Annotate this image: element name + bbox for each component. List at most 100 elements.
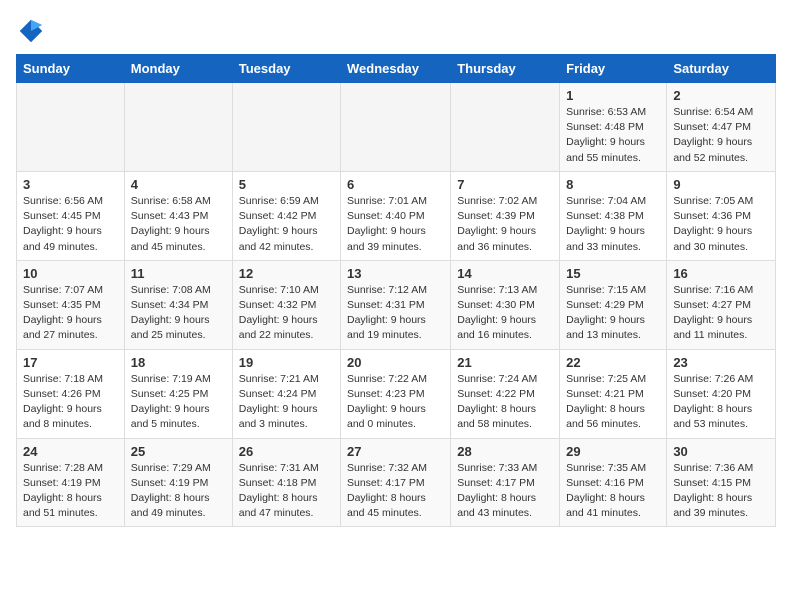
day-number: 10 [23, 266, 118, 281]
calendar-cell [124, 83, 232, 172]
day-info: Sunrise: 7:07 AM Sunset: 4:35 PM Dayligh… [23, 283, 118, 344]
calendar-cell: 9 Sunrise: 7:05 AM Sunset: 4:36 PM Daylig… [667, 171, 776, 260]
calendar-cell [451, 83, 560, 172]
day-info: Sunrise: 7:18 AM Sunset: 4:26 PM Dayligh… [23, 372, 118, 433]
day-number: 11 [131, 266, 226, 281]
day-info: Sunrise: 6:54 AM Sunset: 4:47 PM Dayligh… [673, 105, 769, 166]
calendar-cell: 28 Sunrise: 7:33 AM Sunset: 4:17 PM Dayli… [451, 438, 560, 527]
calendar-cell: 14 Sunrise: 7:13 AM Sunset: 4:30 PM Dayli… [451, 260, 560, 349]
day-number: 9 [673, 177, 769, 192]
weekday-header: Thursday [451, 55, 560, 83]
day-info: Sunrise: 7:22 AM Sunset: 4:23 PM Dayligh… [347, 372, 444, 433]
calendar-week-row: 1 Sunrise: 6:53 AM Sunset: 4:48 PM Daylig… [17, 83, 776, 172]
day-info: Sunrise: 7:29 AM Sunset: 4:19 PM Dayligh… [131, 461, 226, 522]
weekday-header: Tuesday [232, 55, 340, 83]
day-info: Sunrise: 7:35 AM Sunset: 4:16 PM Dayligh… [566, 461, 660, 522]
day-info: Sunrise: 6:59 AM Sunset: 4:42 PM Dayligh… [239, 194, 334, 255]
day-number: 5 [239, 177, 334, 192]
day-info: Sunrise: 7:25 AM Sunset: 4:21 PM Dayligh… [566, 372, 660, 433]
weekday-header: Monday [124, 55, 232, 83]
day-number: 29 [566, 444, 660, 459]
day-info: Sunrise: 7:21 AM Sunset: 4:24 PM Dayligh… [239, 372, 334, 433]
day-number: 20 [347, 355, 444, 370]
day-info: Sunrise: 7:13 AM Sunset: 4:30 PM Dayligh… [457, 283, 553, 344]
calendar-cell: 1 Sunrise: 6:53 AM Sunset: 4:48 PM Daylig… [560, 83, 667, 172]
calendar-cell: 6 Sunrise: 7:01 AM Sunset: 4:40 PM Daylig… [341, 171, 451, 260]
weekday-header: Sunday [17, 55, 125, 83]
day-info: Sunrise: 7:28 AM Sunset: 4:19 PM Dayligh… [23, 461, 118, 522]
day-info: Sunrise: 7:01 AM Sunset: 4:40 PM Dayligh… [347, 194, 444, 255]
day-number: 24 [23, 444, 118, 459]
day-info: Sunrise: 7:10 AM Sunset: 4:32 PM Dayligh… [239, 283, 334, 344]
calendar-cell: 8 Sunrise: 7:04 AM Sunset: 4:38 PM Daylig… [560, 171, 667, 260]
calendar-cell: 4 Sunrise: 6:58 AM Sunset: 4:43 PM Daylig… [124, 171, 232, 260]
weekday-header: Wednesday [341, 55, 451, 83]
day-info: Sunrise: 6:53 AM Sunset: 4:48 PM Dayligh… [566, 105, 660, 166]
calendar-cell: 20 Sunrise: 7:22 AM Sunset: 4:23 PM Dayli… [341, 349, 451, 438]
day-number: 1 [566, 88, 660, 103]
calendar-cell: 26Sunrise: 7:31 AM Sunset: 4:18 PM Dayli… [232, 438, 340, 527]
day-info: Sunrise: 7:12 AM Sunset: 4:31 PM Dayligh… [347, 283, 444, 344]
calendar-week-row: 10 Sunrise: 7:07 AM Sunset: 4:35 PM Dayli… [17, 260, 776, 349]
calendar-cell: 17Sunrise: 7:18 AM Sunset: 4:26 PM Dayli… [17, 349, 125, 438]
calendar-cell: 5 Sunrise: 6:59 AM Sunset: 4:42 PM Daylig… [232, 171, 340, 260]
day-number: 3 [23, 177, 118, 192]
day-info: Sunrise: 7:04 AM Sunset: 4:38 PM Dayligh… [566, 194, 660, 255]
calendar-cell: 3 Sunrise: 6:56 AM Sunset: 4:45 PM Daylig… [17, 171, 125, 260]
calendar-cell: 24 Sunrise: 7:28 AM Sunset: 4:19 PM Dayli… [17, 438, 125, 527]
calendar-cell: 29 Sunrise: 7:35 AM Sunset: 4:16 PM Dayli… [560, 438, 667, 527]
calendar-cell [341, 83, 451, 172]
calendar-cell: 11Sunrise: 7:08 AM Sunset: 4:34 PM Dayli… [124, 260, 232, 349]
calendar-week-row: 17Sunrise: 7:18 AM Sunset: 4:26 PM Dayli… [17, 349, 776, 438]
weekday-header: Saturday [667, 55, 776, 83]
calendar-table: SundayMondayTuesdayWednesdayThursdayFrid… [16, 54, 776, 527]
day-number: 2 [673, 88, 769, 103]
day-info: Sunrise: 6:56 AM Sunset: 4:45 PM Dayligh… [23, 194, 118, 255]
calendar-cell: 10 Sunrise: 7:07 AM Sunset: 4:35 PM Dayli… [17, 260, 125, 349]
calendar-cell: 25 Sunrise: 7:29 AM Sunset: 4:19 PM Dayli… [124, 438, 232, 527]
day-number: 30 [673, 444, 769, 459]
day-number: 25 [131, 444, 226, 459]
day-number: 28 [457, 444, 553, 459]
day-number: 23 [673, 355, 769, 370]
calendar-week-row: 24 Sunrise: 7:28 AM Sunset: 4:19 PM Dayli… [17, 438, 776, 527]
calendar-cell: 12 Sunrise: 7:10 AM Sunset: 4:32 PM Dayli… [232, 260, 340, 349]
calendar-cell: 22 Sunrise: 7:25 AM Sunset: 4:21 PM Dayli… [560, 349, 667, 438]
day-number: 6 [347, 177, 444, 192]
day-number: 8 [566, 177, 660, 192]
calendar-cell: 30 Sunrise: 7:36 AM Sunset: 4:15 PM Dayli… [667, 438, 776, 527]
calendar-cell: 16Sunrise: 7:16 AM Sunset: 4:27 PM Dayli… [667, 260, 776, 349]
day-info: Sunrise: 7:15 AM Sunset: 4:29 PM Dayligh… [566, 283, 660, 344]
day-info: Sunrise: 7:36 AM Sunset: 4:15 PM Dayligh… [673, 461, 769, 522]
day-info: Sunrise: 7:05 AM Sunset: 4:36 PM Dayligh… [673, 194, 769, 255]
day-info: Sunrise: 7:16 AM Sunset: 4:27 PM Dayligh… [673, 283, 769, 344]
day-number: 27 [347, 444, 444, 459]
day-info: Sunrise: 7:31 AM Sunset: 4:18 PM Dayligh… [239, 461, 334, 522]
calendar-cell: 7Sunrise: 7:02 AM Sunset: 4:39 PM Daylig… [451, 171, 560, 260]
day-number: 22 [566, 355, 660, 370]
weekday-header: Friday [560, 55, 667, 83]
day-number: 4 [131, 177, 226, 192]
day-info: Sunrise: 6:58 AM Sunset: 4:43 PM Dayligh… [131, 194, 226, 255]
calendar-cell: 13Sunrise: 7:12 AM Sunset: 4:31 PM Dayli… [341, 260, 451, 349]
day-info: Sunrise: 7:02 AM Sunset: 4:39 PM Dayligh… [457, 194, 553, 255]
day-number: 15 [566, 266, 660, 281]
day-info: Sunrise: 7:26 AM Sunset: 4:20 PM Dayligh… [673, 372, 769, 433]
calendar-cell: 2 Sunrise: 6:54 AM Sunset: 4:47 PM Daylig… [667, 83, 776, 172]
calendar-cell: 27 Sunrise: 7:32 AM Sunset: 4:17 PM Dayli… [341, 438, 451, 527]
day-number: 14 [457, 266, 553, 281]
logo [16, 16, 50, 46]
day-number: 21 [457, 355, 553, 370]
day-number: 18 [131, 355, 226, 370]
day-info: Sunrise: 7:24 AM Sunset: 4:22 PM Dayligh… [457, 372, 553, 433]
day-info: Sunrise: 7:32 AM Sunset: 4:17 PM Dayligh… [347, 461, 444, 522]
calendar-cell: 15 Sunrise: 7:15 AM Sunset: 4:29 PM Dayli… [560, 260, 667, 349]
day-info: Sunrise: 7:33 AM Sunset: 4:17 PM Dayligh… [457, 461, 553, 522]
calendar-cell: 23 Sunrise: 7:26 AM Sunset: 4:20 PM Dayli… [667, 349, 776, 438]
calendar-cell [17, 83, 125, 172]
page-header [16, 16, 776, 46]
calendar-cell: 21 Sunrise: 7:24 AM Sunset: 4:22 PM Dayli… [451, 349, 560, 438]
day-number: 19 [239, 355, 334, 370]
calendar-cell: 18Sunrise: 7:19 AM Sunset: 4:25 PM Dayli… [124, 349, 232, 438]
day-number: 12 [239, 266, 334, 281]
